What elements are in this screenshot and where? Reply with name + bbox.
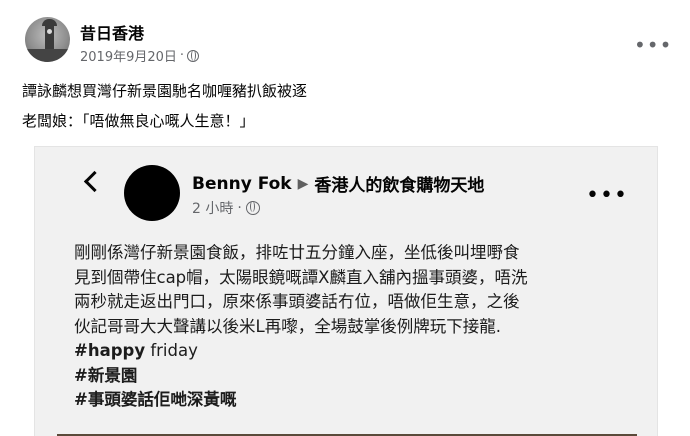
facebook-post: 昔日香港 2019年9月20日 · ••• 譚詠麟想買灣仔新景園馳名咖喱豬扒飯被… <box>0 0 690 436</box>
group-name[interactable]: 香港人的飲食購物天地 <box>314 171 484 196</box>
shared-screenshot[interactable]: Benny Fok ▶ 香港人的飲食購物天地 2 小時 · ••• 剛剛係灣仔新… <box>34 146 658 436</box>
shared-body: 剛剛係灣仔新景園食飯，排咗廿五分鐘入座，坐低後叫埋嘢食 見到個帶住cap帽，太陽… <box>74 241 634 413</box>
post-text-line-1: 譚詠麟想買灣仔新景園馳名咖喱豬扒飯被逐 <box>22 82 308 100</box>
shared-more-options-icon[interactable]: ••• <box>586 183 628 208</box>
page-name[interactable]: 昔日香港 <box>80 20 144 44</box>
globe-icon <box>187 49 200 62</box>
body-line: 見到個帶住cap帽，太陽眼鏡嘅譚X麟直入舖內搵事頭婆，唔洗 <box>74 267 528 287</box>
hashtag-link[interactable]: #事頭婆話佢哋深黃嘅 <box>74 388 634 413</box>
arrow-right-icon: ▶ <box>297 175 309 192</box>
meta-separator: · <box>179 48 185 63</box>
hashtag-text[interactable]: #事頭婆話佢哋深黃嘅 <box>74 390 236 409</box>
hashtag-link[interactable]: #新景園 <box>74 364 634 389</box>
body-line: 伙記哥哥大大聲講以後米L再嚟，全場鼓掌後例牌玩下接龍. <box>74 316 501 336</box>
globe-icon <box>245 201 260 215</box>
body-line: 剛剛係灣仔新景園食飯，排咗廿五分鐘入座，坐低後叫埋嘢食 <box>74 243 520 262</box>
shared-header: Benny Fok ▶ 香港人的飲食購物天地 <box>192 171 484 197</box>
page-avatar[interactable] <box>25 17 70 62</box>
post-text-line-2: 老闆娘：「唔做無良心嘅人生意！」 <box>22 112 255 130</box>
post-meta: 2019年9月20日 · <box>80 46 200 65</box>
body-line: 兩秒就走返出門口，原來係事頭婆話冇位，唔做佢生意，之後 <box>74 292 520 311</box>
shared-meta: 2 小時 · <box>192 198 260 218</box>
meta-separator: · <box>237 200 242 216</box>
author-name[interactable]: Benny Fok <box>192 174 292 194</box>
hashtag-happy-friday[interactable]: #happy friday <box>74 339 634 364</box>
more-options-icon[interactable]: ••• <box>634 33 672 57</box>
author-avatar[interactable] <box>124 165 180 221</box>
hashtag-rest: friday <box>145 341 198 360</box>
post-date[interactable]: 2019年9月20日 <box>80 46 177 65</box>
shared-time[interactable]: 2 小時 <box>192 198 233 218</box>
hashtag-text[interactable]: #新景園 <box>74 366 137 385</box>
hashtag-bold[interactable]: #happy <box>74 341 145 360</box>
back-chevron-icon[interactable] <box>83 170 106 193</box>
